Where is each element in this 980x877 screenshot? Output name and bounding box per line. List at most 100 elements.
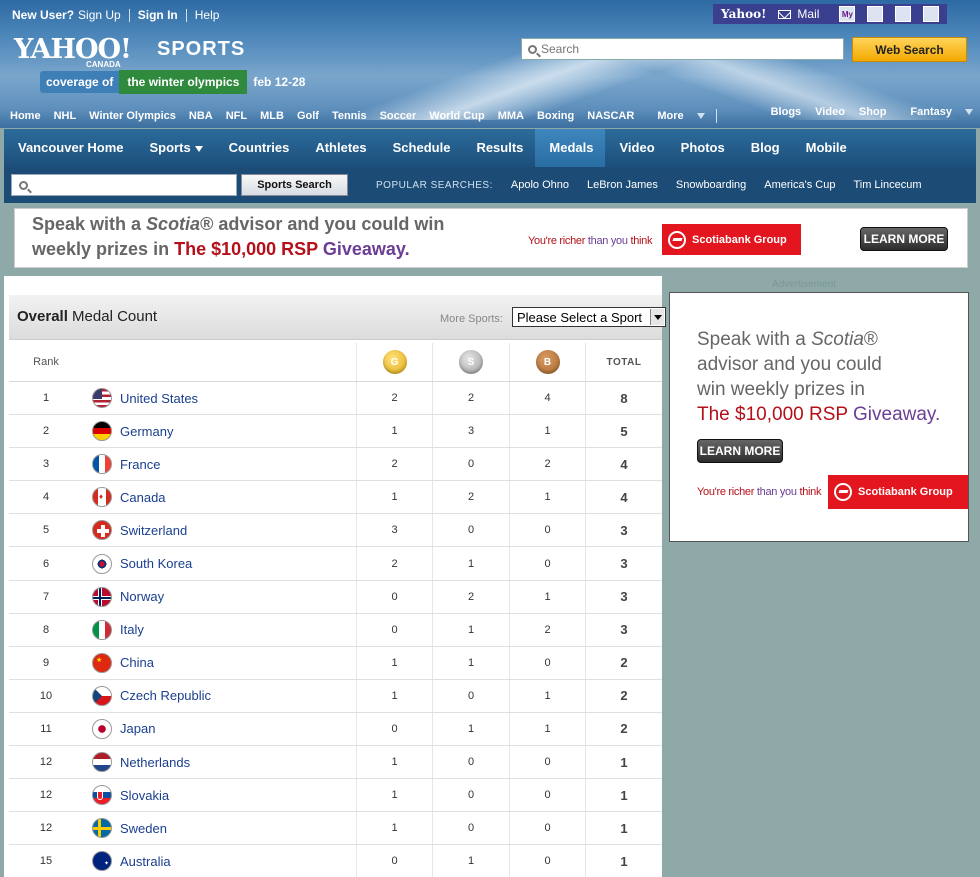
tab-mobile[interactable]: Mobile [792, 129, 859, 167]
country-link[interactable]: France [120, 457, 160, 472]
sports-nav-more[interactable]: More [647, 110, 707, 122]
silver-count: 1 [432, 646, 509, 679]
country-link[interactable]: China [120, 655, 154, 670]
tab-medals[interactable]: Medals [535, 129, 606, 167]
country-link[interactable]: Germany [120, 424, 173, 439]
ad-text: $10,000 RSP [211, 239, 323, 259]
tab-blog[interactable]: Blog [737, 129, 792, 167]
tab-sports[interactable]: Sports [136, 129, 215, 167]
olympics-coverage-badge[interactable]: coverage of the winter olympics feb 12-2… [40, 70, 311, 94]
country-link[interactable]: Sweden [120, 821, 167, 836]
sports-search-field[interactable] [11, 174, 237, 196]
sign-in-link[interactable]: Sign In [138, 8, 178, 22]
tab-athletes[interactable]: Athletes [301, 129, 378, 167]
sports-icon[interactable] [923, 6, 940, 22]
popular-search-link[interactable]: Snowboarding [676, 179, 746, 191]
tab-photos[interactable]: Photos [667, 129, 737, 167]
tab-results[interactable]: Results [462, 129, 535, 167]
sports-nav-item[interactable]: NFL [226, 110, 247, 122]
popular-search-link[interactable]: LeBron James [587, 179, 658, 191]
sports-nav-item[interactable]: MMA [498, 110, 524, 122]
sports-nav-item[interactable]: Home [10, 110, 41, 122]
ad-text: than you [587, 235, 628, 247]
rank-cell: 2 [42, 425, 50, 438]
web-search-button[interactable]: Web Search [852, 37, 967, 62]
sports-search-input[interactable] [33, 177, 223, 193]
web-search-input[interactable] [541, 42, 821, 56]
web-search-field[interactable] [521, 38, 844, 60]
shop-link[interactable]: Shop [859, 106, 887, 118]
sports-nav-item[interactable]: Boxing [537, 110, 574, 122]
ad-text: Giveaway. [322, 239, 410, 259]
video-link[interactable]: Video [815, 106, 845, 118]
sports-nav-item[interactable]: Tennis [332, 110, 367, 122]
total-count: 3 [585, 547, 662, 580]
sports-nav-item[interactable]: NBA [189, 110, 213, 122]
side-ad[interactable]: Speak with a Scotia® advisor and you cou… [669, 292, 969, 542]
finance-icon[interactable] [895, 6, 912, 22]
country-cell: Norway [87, 581, 355, 613]
sports-nav-item[interactable]: NHL [54, 110, 77, 122]
table-row: 7 Norway 0 2 1 3 [9, 580, 662, 614]
sports-nav: Home NHL Winter Olympics NBA NFL MLB Gol… [0, 106, 980, 126]
sports-nav-item[interactable]: Golf [297, 110, 319, 122]
fantasy-link[interactable]: Fantasy [900, 106, 976, 118]
brand-name: Scotiabank Group [692, 233, 787, 246]
blogs-link[interactable]: Blogs [771, 106, 802, 118]
country-link[interactable]: Italy [120, 622, 144, 637]
sports-nav-item[interactable]: Winter Olympics [89, 110, 176, 122]
bronze-header[interactable]: B [509, 343, 585, 381]
sports-nav-item[interactable]: NASCAR [587, 110, 634, 122]
rank-cell: 9 [42, 656, 50, 669]
mail-link[interactable]: Mail [797, 7, 819, 21]
sports-nav-item[interactable]: MLB [260, 110, 284, 122]
country-link[interactable]: Australia [120, 854, 171, 869]
country-link[interactable]: Netherlands [120, 755, 190, 770]
banner-ad[interactable]: Speak with a Scotia® advisor and you cou… [14, 208, 968, 268]
country-link[interactable]: South Korea [120, 556, 192, 571]
popular-search-link[interactable]: Tim Lincecum [853, 179, 921, 191]
country-link[interactable]: Slovakia [120, 788, 169, 803]
ad-headline: Speak with a Scotia® advisor and you cou… [32, 214, 444, 235]
country-link[interactable]: Czech Republic [120, 688, 211, 703]
bronze-count: 0 [509, 547, 585, 580]
learn-more-button[interactable]: LEARN MORE [860, 227, 948, 251]
country-cell: Japan [87, 713, 355, 745]
ad-text: weekly prizes in [32, 239, 175, 259]
total-header[interactable]: TOTAL [585, 343, 662, 381]
kr-flag-icon [92, 553, 112, 574]
sports-nav-item[interactable]: Soccer [380, 110, 417, 122]
gold-header[interactable]: G [356, 343, 432, 381]
tab-countries[interactable]: Countries [215, 129, 302, 167]
country-link[interactable]: United States [120, 391, 198, 406]
country-link[interactable]: Switzerland [120, 523, 187, 538]
sign-up-link[interactable]: Sign Up [78, 8, 121, 22]
learn-more-button[interactable]: LEARN MORE [697, 439, 783, 463]
country-link[interactable]: Norway [120, 589, 164, 604]
my-yahoo-icon[interactable]: My [839, 6, 856, 22]
tab-schedule[interactable]: Schedule [379, 129, 463, 167]
popular-search-link[interactable]: Apolo Ohno [511, 179, 569, 191]
tab-vancouver-home[interactable]: Vancouver Home [4, 129, 136, 167]
sports-search-button[interactable]: Sports Search [241, 174, 348, 196]
country-link[interactable]: Japan [120, 721, 155, 736]
silver-header[interactable]: S [432, 343, 509, 381]
yahoo-home-link[interactable]: Yahoo! [721, 7, 766, 21]
popular-search-link[interactable]: America's Cup [764, 179, 835, 191]
sport-select[interactable]: Please Select a Sport [512, 307, 666, 327]
table-row: 12 Sweden 1 0 0 1 [9, 812, 662, 846]
rank-cell: 10 [39, 689, 53, 702]
bronze-count: 0 [509, 746, 585, 779]
sports-logo[interactable]: SPORTS [157, 38, 245, 61]
bronze-count: 0 [509, 646, 585, 679]
sports-nav-item[interactable]: World Cup [429, 110, 484, 122]
mail-icon[interactable] [778, 9, 792, 19]
country-link[interactable]: Canada [120, 490, 166, 505]
bronze-count: 1 [509, 679, 585, 712]
tab-video[interactable]: Video [605, 129, 666, 167]
help-link[interactable]: Help [195, 8, 220, 22]
site-header: New User? Sign Up Sign In Help Yahoo! Ma… [0, 0, 980, 128]
ad-text: advisor and you could [697, 354, 882, 375]
calendar-icon[interactable] [867, 6, 884, 22]
sk-flag-icon [92, 785, 112, 806]
